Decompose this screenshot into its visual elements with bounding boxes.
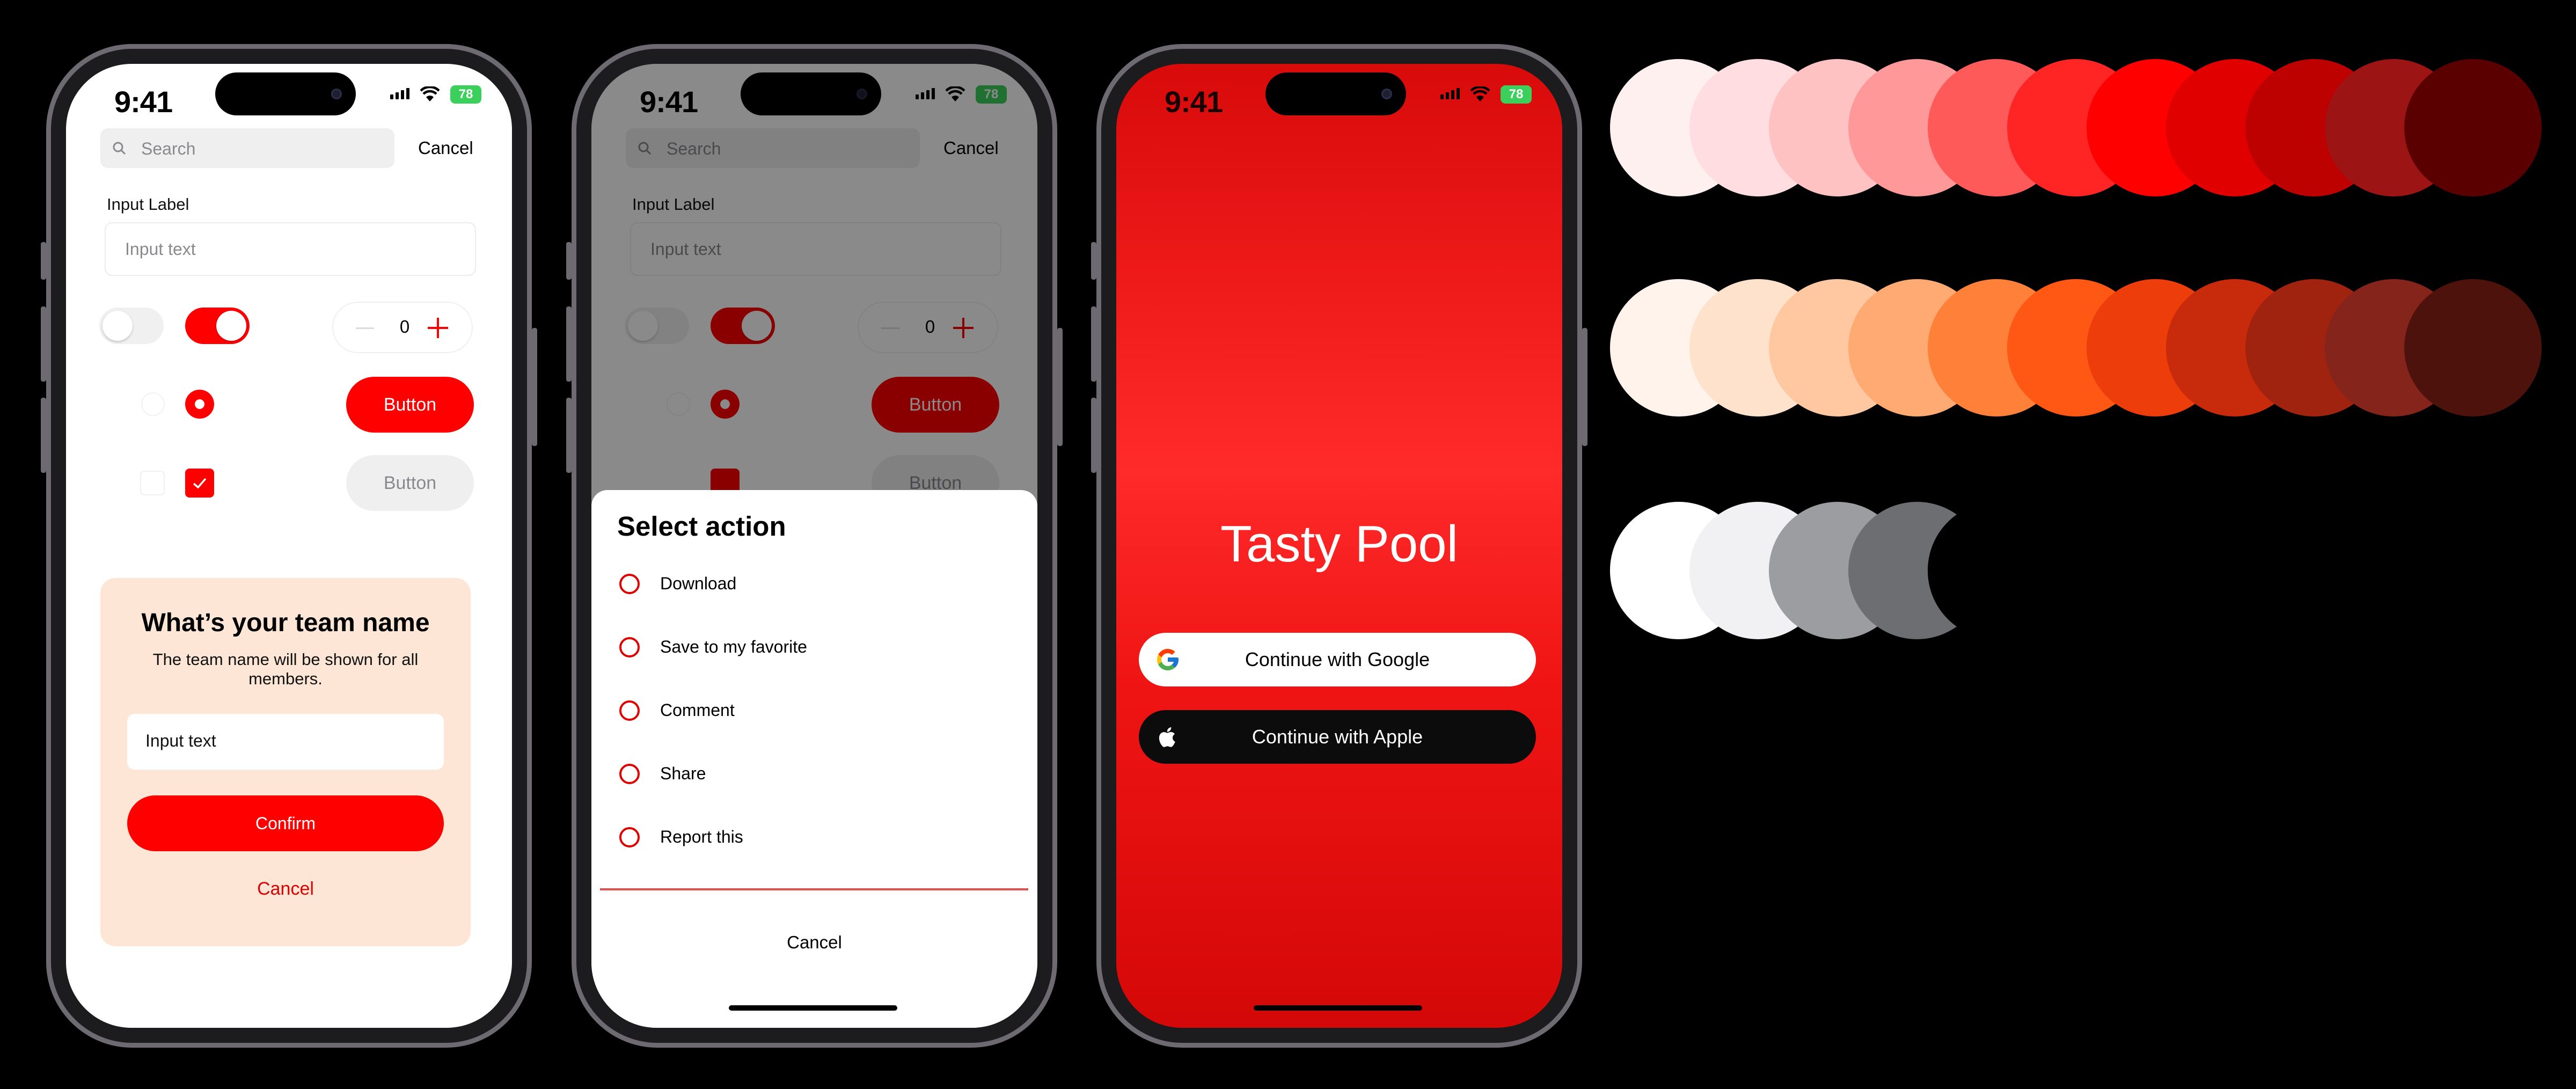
option-label: Share — [660, 764, 706, 783]
checkmark-icon — [193, 478, 207, 489]
radio-icon — [619, 637, 640, 657]
status-time: 9:41 — [114, 85, 173, 119]
wifi-icon — [1470, 86, 1490, 101]
status-bar: 9:41 78 — [66, 64, 512, 128]
radio-icon — [619, 700, 640, 721]
team-name-input[interactable]: Input text — [127, 714, 444, 770]
screen-components: 9:41 78 Search Cancel Input Label Input … — [66, 64, 512, 1028]
radio-icon — [619, 827, 640, 847]
sheet-cancel-button[interactable]: Cancel — [591, 932, 1037, 953]
confirm-button[interactable]: Confirm — [127, 795, 444, 851]
google-button-label: Continue with Google — [1245, 648, 1430, 670]
status-time: 9:41 — [1165, 85, 1223, 119]
sheet-title: Select action — [617, 511, 786, 542]
status-bar: 9:41 78 — [1116, 64, 1562, 128]
phone-frame-1: 9:41 78 Search Cancel Input Label Input … — [41, 44, 537, 1048]
battery-icon: 78 — [450, 85, 481, 104]
option-label: Save to my favorite — [660, 637, 807, 656]
radio-icon — [619, 574, 640, 594]
wifi-icon — [420, 86, 440, 101]
stepper-value: 0 — [399, 317, 410, 337]
option-label: Report this — [660, 827, 743, 846]
dynamic-island — [215, 72, 356, 115]
screen-action-sheet: 9:41 78 Search Cancel Input Label Input … — [591, 64, 1037, 1028]
google-signin-button[interactable]: Continue with Google — [1139, 633, 1536, 686]
team-name-card: What’s your team name The team name will… — [100, 578, 471, 946]
card-title: What’s your team name — [141, 609, 430, 637]
search-placeholder: Search — [141, 139, 196, 158]
checkbox-unchecked[interactable] — [140, 471, 165, 495]
search-icon — [113, 142, 126, 155]
screen-login: 9:41 78 Tasty Pool Continue with Google … — [1116, 64, 1562, 1028]
option-label: Download — [660, 574, 737, 593]
input-label: Input Label — [107, 195, 189, 214]
home-indicator[interactable] — [729, 1005, 897, 1011]
app-title: Tasty Pool — [1220, 515, 1458, 573]
home-indicator[interactable] — [1254, 1005, 1422, 1011]
signal-icon — [390, 88, 409, 99]
dynamic-island — [1265, 72, 1406, 115]
toggle-on[interactable] — [185, 308, 250, 344]
text-input[interactable]: Input text — [105, 222, 476, 276]
google-icon — [1157, 649, 1179, 670]
radio-icon — [619, 764, 640, 784]
primary-button[interactable]: Button — [346, 377, 474, 433]
apple-signin-button[interactable]: Continue with Apple — [1139, 710, 1536, 764]
phone-frame-2: 9:41 78 Search Cancel Input Label Input … — [566, 44, 1063, 1048]
search-input[interactable]: Search — [100, 128, 394, 168]
signal-icon — [1440, 88, 1460, 99]
apple-button-label: Continue with Apple — [1252, 726, 1423, 748]
color-swatch-red-11 — [2404, 59, 2542, 196]
secondary-button[interactable]: Button — [346, 455, 474, 511]
team-name-value: Input text — [145, 731, 216, 750]
divider — [600, 888, 1028, 890]
radio-unselected[interactable] — [141, 392, 165, 416]
apple-icon — [1159, 727, 1175, 747]
card-subtitle: The team name will be shown for all memb… — [152, 650, 419, 688]
battery-icon: 78 — [1501, 85, 1532, 104]
radio-selected[interactable] — [185, 390, 214, 419]
action-sheet: Select action Download Save to my favori… — [591, 490, 1037, 1028]
search-cancel-button[interactable]: Cancel — [418, 138, 473, 158]
toggle-off[interactable] — [99, 308, 164, 344]
color-swatch-orange-11 — [2404, 279, 2542, 416]
color-swatch-gray-5 — [1928, 502, 2065, 639]
option-label: Comment — [660, 700, 735, 720]
checkbox-checked[interactable] — [185, 469, 214, 498]
text-input-placeholder: Input text — [125, 239, 196, 259]
minus-icon[interactable] — [356, 327, 374, 329]
card-cancel-button[interactable]: Cancel — [100, 879, 471, 900]
phone-frame-3: 9:41 78 Tasty Pool Continue with Google … — [1091, 44, 1587, 1048]
quantity-stepper[interactable]: 0 — [332, 302, 473, 353]
